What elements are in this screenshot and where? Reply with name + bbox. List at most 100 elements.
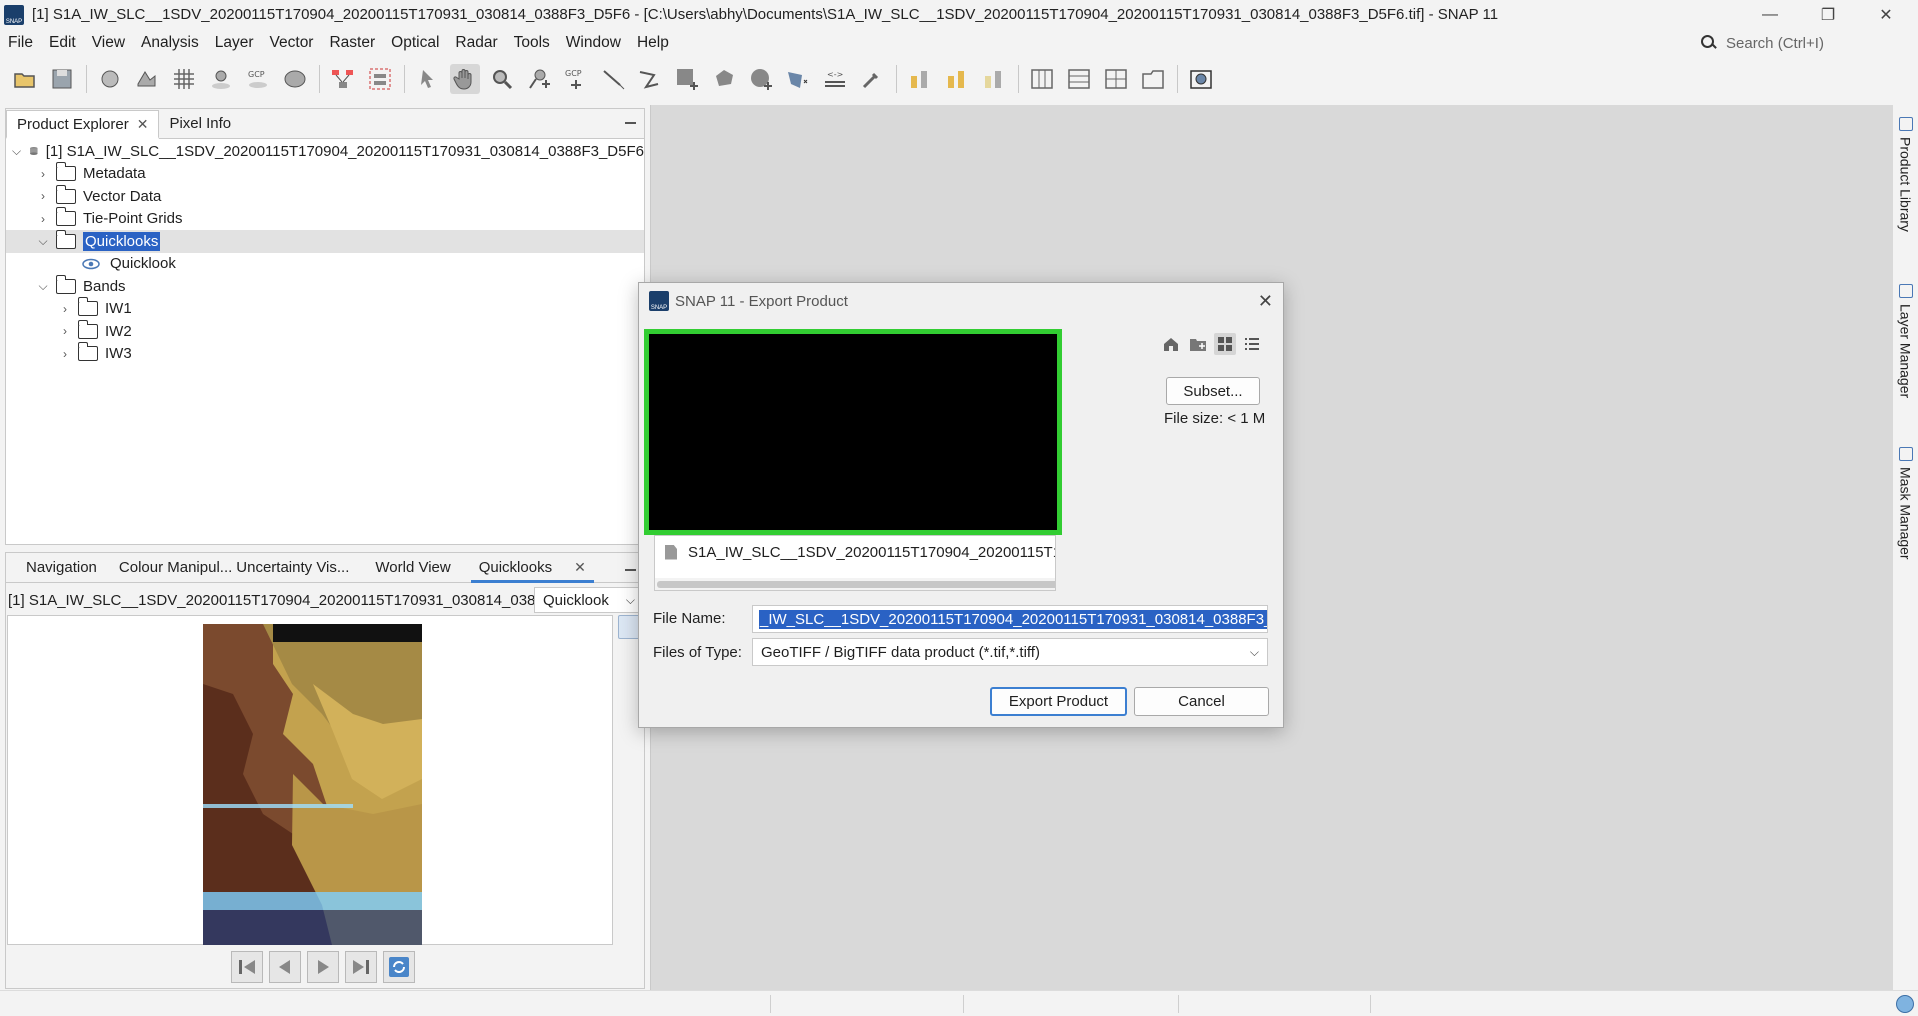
- tool-icon[interactable]: [857, 64, 887, 94]
- globe-icon[interactable]: [1896, 995, 1914, 1013]
- menu-edit[interactable]: Edit: [41, 34, 84, 52]
- tile-vertical-icon[interactable]: [1064, 64, 1094, 94]
- menu-analysis[interactable]: Analysis: [133, 34, 207, 52]
- minimize-panel-icon[interactable]: [625, 569, 636, 571]
- tile-grid-icon[interactable]: [1101, 64, 1131, 94]
- polygon-drawing-icon[interactable]: [709, 64, 739, 94]
- tree-node-iw2[interactable]: › IW2: [6, 319, 644, 343]
- range-icon[interactable]: <->: [820, 64, 850, 94]
- world-map-icon[interactable]: [1186, 64, 1216, 94]
- menu-window[interactable]: Window: [558, 34, 629, 52]
- magic-wand-icon[interactable]: [783, 64, 813, 94]
- next-quicklook-icon[interactable]: [307, 951, 339, 983]
- tree-node-quicklook[interactable]: Quicklook: [6, 253, 644, 276]
- close-dialog-button[interactable]: ✕: [1258, 291, 1273, 312]
- sync-overlay-icon[interactable]: [979, 64, 1009, 94]
- tab-product-explorer[interactable]: Product Explorer ✕: [6, 110, 160, 139]
- menu-vector[interactable]: Vector: [262, 34, 322, 52]
- last-quicklook-icon[interactable]: [345, 951, 377, 983]
- chevron-right-icon[interactable]: ›: [58, 302, 72, 316]
- tree-node-iw1[interactable]: › IW1: [6, 297, 644, 321]
- side-tab-product-library[interactable]: Product Library: [1893, 113, 1918, 232]
- tree-node-bands[interactable]: ⌵ Bands: [6, 274, 644, 298]
- rectangle-drawing-icon[interactable]: [672, 64, 702, 94]
- menu-help[interactable]: Help: [629, 34, 677, 52]
- pin-placing-icon[interactable]: [524, 64, 554, 94]
- save-product-icon[interactable]: [47, 64, 77, 94]
- file-list-item[interactable]: S1A_IW_SLC__1SDV_20200115T170904_2020011…: [665, 541, 1055, 563]
- sync-cursor-icon[interactable]: [905, 64, 935, 94]
- side-tab-layer-manager[interactable]: Layer Manager: [1893, 280, 1918, 398]
- subset-button[interactable]: Subset...: [1166, 377, 1260, 405]
- quicklook-select[interactable]: Quicklook ⌵: [534, 587, 642, 613]
- tab-navigation[interactable]: Navigation: [6, 553, 117, 582]
- details-view-icon[interactable]: [1241, 333, 1263, 355]
- first-quicklook-icon[interactable]: [231, 951, 263, 983]
- minimize-panel-icon[interactable]: [625, 122, 636, 124]
- new-folder-icon[interactable]: [1187, 333, 1209, 355]
- sync-view-icon[interactable]: [942, 64, 972, 94]
- minimize-button[interactable]: —: [1746, 0, 1794, 29]
- chevron-right-icon[interactable]: ›: [36, 212, 50, 226]
- search-box[interactable]: Search (Ctrl+I): [1700, 31, 1900, 55]
- tab-pixel-info[interactable]: Pixel Info: [159, 109, 241, 138]
- line-drawing-icon[interactable]: [598, 64, 628, 94]
- tab-quicklooks[interactable]: Quicklooks ✕: [470, 554, 594, 583]
- tile-single-icon[interactable]: [1138, 64, 1168, 94]
- range-finder-icon[interactable]: [132, 64, 162, 94]
- chevron-right-icon[interactable]: ›: [36, 167, 50, 181]
- export-product-button[interactable]: Export Product: [990, 687, 1127, 716]
- chevron-down-icon[interactable]: ⌵: [36, 234, 50, 248]
- tree-node-tie-point-grids[interactable]: › Tie-Point Grids: [6, 207, 644, 231]
- horizontal-scrollbar[interactable]: [655, 578, 1055, 590]
- chevron-right-icon[interactable]: ›: [36, 189, 50, 203]
- home-folder-icon[interactable]: [1160, 333, 1182, 355]
- tree-node-metadata[interactable]: › Metadata: [6, 162, 644, 186]
- chevron-down-icon[interactable]: ⌵: [12, 144, 21, 158]
- file-list[interactable]: S1A_IW_SLC__1SDV_20200115T170904_2020011…: [654, 535, 1056, 591]
- menu-optical[interactable]: Optical: [383, 34, 447, 52]
- tree-product-node[interactable]: ⌵ [1] S1A_IW_SLC__1SDV_20200115T170904_2…: [6, 140, 644, 163]
- tab-world-view[interactable]: World View: [355, 553, 470, 582]
- chevron-right-icon[interactable]: ›: [58, 324, 72, 338]
- tree-node-quicklooks[interactable]: ⌵ Quicklooks: [6, 229, 644, 253]
- close-tab-icon[interactable]: ✕: [574, 559, 586, 576]
- polyline-drawing-icon[interactable]: [635, 64, 665, 94]
- ellipse-drawing-icon[interactable]: [746, 64, 776, 94]
- refresh-quicklook-icon[interactable]: [383, 951, 415, 983]
- menu-radar[interactable]: Radar: [447, 34, 505, 52]
- cancel-button[interactable]: Cancel: [1134, 687, 1269, 716]
- previous-quicklook-icon[interactable]: [269, 951, 301, 983]
- tab-uncertainty-visualisation[interactable]: Uncertainty Vis...: [234, 553, 355, 582]
- tree-node-vector-data[interactable]: › Vector Data: [6, 184, 644, 208]
- chevron-down-icon[interactable]: ⌵: [36, 279, 50, 293]
- pin-manager-icon[interactable]: [206, 64, 236, 94]
- menu-tools[interactable]: Tools: [506, 34, 558, 52]
- tree-node-iw3[interactable]: › IW3: [6, 342, 644, 366]
- zoom-tool-icon[interactable]: [487, 64, 517, 94]
- menu-view[interactable]: View: [84, 34, 133, 52]
- open-product-icon[interactable]: [10, 64, 40, 94]
- list-view-icon[interactable]: [1214, 333, 1236, 355]
- menu-file[interactable]: File: [0, 34, 41, 52]
- mask-area-icon[interactable]: [95, 64, 125, 94]
- close-window-button[interactable]: ✕: [1862, 0, 1910, 29]
- files-of-type-select[interactable]: GeoTIFF / BigTIFF data product (*.tif,*.…: [752, 638, 1268, 666]
- gcp-manager-icon[interactable]: GCP: [243, 64, 273, 94]
- menu-raster[interactable]: Raster: [321, 34, 383, 52]
- file-name-field[interactable]: _IW_SLC__1SDV_20200115T170904_20200115T1…: [752, 605, 1268, 633]
- gcp-placing-icon[interactable]: GCP: [561, 64, 591, 94]
- menu-layer[interactable]: Layer: [207, 34, 262, 52]
- graph-builder-icon[interactable]: [328, 64, 358, 94]
- restore-button[interactable]: ❐: [1804, 0, 1852, 29]
- pan-tool-icon[interactable]: [450, 64, 480, 94]
- close-tab-icon[interactable]: ✕: [137, 116, 149, 133]
- time-series-icon[interactable]: [280, 64, 310, 94]
- tab-colour-manipulation[interactable]: Colour Manipul...: [117, 553, 234, 582]
- graticule-icon[interactable]: [169, 64, 199, 94]
- tile-horizontal-icon[interactable]: [1027, 64, 1057, 94]
- scrollbar-thumb[interactable]: [657, 581, 1055, 588]
- chevron-right-icon[interactable]: ›: [58, 347, 72, 361]
- select-tool-icon[interactable]: [413, 64, 443, 94]
- batch-processing-icon[interactable]: [365, 64, 395, 94]
